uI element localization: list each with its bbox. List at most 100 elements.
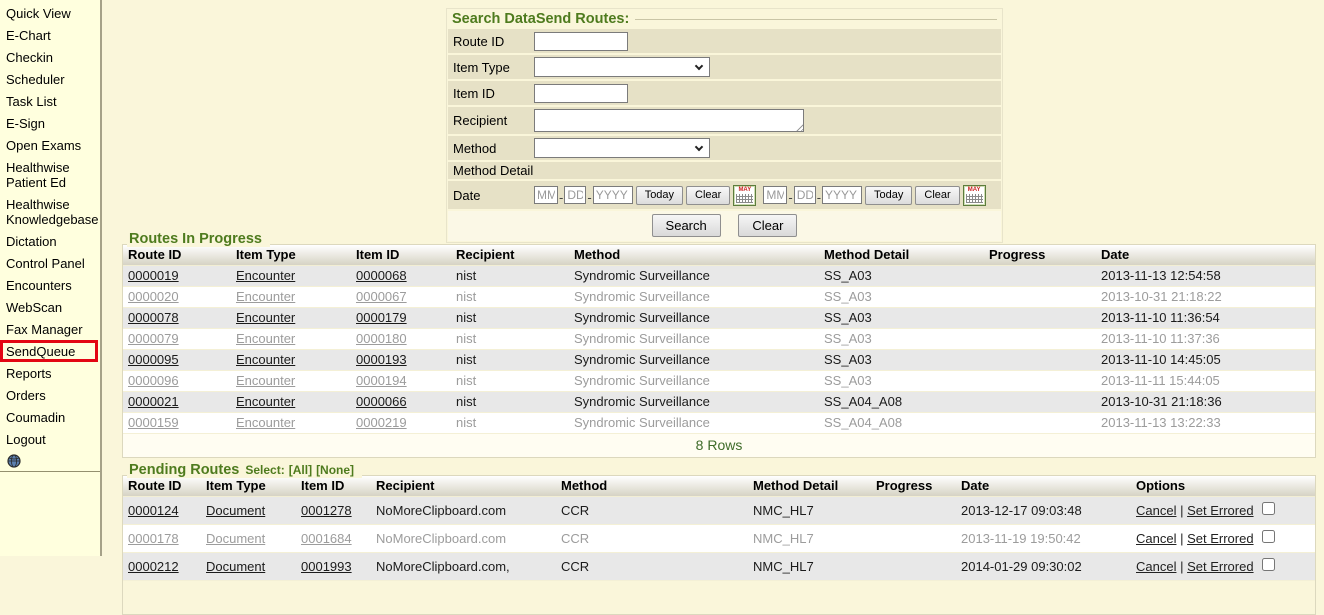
column-header-progress: Progress: [984, 245, 1096, 265]
route-id-link[interactable]: 0000019: [128, 268, 179, 283]
cell-route-id: 0000021: [123, 392, 231, 412]
date-from-clear-button[interactable]: Clear: [686, 186, 730, 205]
sidebar-item-fax-manager[interactable]: Fax Manager: [0, 318, 100, 340]
route-id-link[interactable]: 0000020: [128, 289, 179, 304]
sidebar-item-e-sign[interactable]: E-Sign: [0, 112, 100, 134]
calendar-icon[interactable]: MAY: [733, 185, 756, 206]
set-errored-link[interactable]: Set Errored: [1187, 503, 1253, 518]
cancel-link[interactable]: Cancel: [1136, 503, 1176, 518]
sidebar-item-scheduler[interactable]: Scheduler: [0, 68, 100, 90]
table-row: 0000096Encounter0000194nistSyndromic Sur…: [123, 371, 1315, 392]
sidebar-item-open-exams[interactable]: Open Exams: [0, 134, 100, 156]
method-select[interactable]: [534, 138, 710, 158]
set-errored-link[interactable]: Set Errored: [1187, 559, 1253, 574]
route-id-link[interactable]: 0000021: [128, 394, 179, 409]
route-id-link[interactable]: 0000079: [128, 331, 179, 346]
item-type-link[interactable]: Document: [206, 503, 265, 518]
date-to-group: - - Today Clear MAY: [763, 185, 985, 206]
recipient-input[interactable]: [534, 109, 804, 132]
sidebar-item-checkin[interactable]: Checkin: [0, 46, 100, 68]
cell-recipient: nist: [451, 287, 569, 307]
cell-date: 2013-11-10 11:37:36: [1096, 329, 1315, 349]
sidebar-item-coumadin[interactable]: Coumadin: [0, 406, 100, 428]
sidebar-item-logout[interactable]: Logout: [0, 428, 100, 450]
row-checkbox[interactable]: [1262, 558, 1275, 571]
item-type-link[interactable]: Encounter: [236, 310, 295, 325]
item-id-link[interactable]: 0000066: [356, 394, 407, 409]
table-row: 0000078Encounter0000179nistSyndromic Sur…: [123, 308, 1315, 329]
date-to-year-input[interactable]: [822, 186, 862, 204]
item-type-select[interactable]: [534, 57, 710, 77]
set-errored-link[interactable]: Set Errored: [1187, 531, 1253, 546]
item-id-link[interactable]: 0001684: [301, 531, 352, 546]
route-id-input[interactable]: [534, 32, 628, 51]
route-id-link[interactable]: 0000096: [128, 373, 179, 388]
route-id-link[interactable]: 0000078: [128, 310, 179, 325]
item-type-link[interactable]: Encounter: [236, 268, 295, 283]
date-from-today-button[interactable]: Today: [636, 186, 683, 205]
date-from-year-input[interactable]: [593, 186, 633, 204]
chevron-down-icon: [695, 142, 703, 150]
item-id-link[interactable]: 0000180: [356, 331, 407, 346]
date-to-today-button[interactable]: Today: [865, 186, 912, 205]
item-id-link[interactable]: 0000193: [356, 352, 407, 367]
route-id-link[interactable]: 0000159: [128, 415, 179, 430]
row-checkbox[interactable]: [1262, 530, 1275, 543]
calendar-icon[interactable]: MAY: [963, 185, 986, 206]
sidebar-item-reports[interactable]: Reports: [0, 362, 100, 384]
sidebar-item-dictation[interactable]: Dictation: [0, 230, 100, 252]
cancel-link[interactable]: Cancel: [1136, 531, 1176, 546]
date-separator: -: [788, 190, 792, 205]
route-id-link[interactable]: 0000178: [128, 531, 179, 546]
item-type-link[interactable]: Encounter: [236, 352, 295, 367]
select-all-link[interactable]: [All]: [289, 463, 312, 477]
item-type-link[interactable]: Document: [206, 559, 265, 574]
cell-item-type: Encounter: [231, 266, 351, 286]
route-id-link[interactable]: 0000124: [128, 503, 179, 518]
table-row: 0000095Encounter0000193nistSyndromic Sur…: [123, 350, 1315, 371]
item-type-link[interactable]: Document: [206, 531, 265, 546]
item-id-input[interactable]: [534, 84, 628, 103]
date-from-day-input[interactable]: [564, 186, 586, 204]
date-to-day-input[interactable]: [794, 186, 816, 204]
sidebar-item-orders[interactable]: Orders: [0, 384, 100, 406]
sidebar-item-sendqueue[interactable]: SendQueue: [0, 340, 98, 362]
select-none-link[interactable]: [None]: [316, 463, 354, 477]
route-id-row: Route ID: [448, 29, 1001, 53]
sidebar-item-e-chart[interactable]: E-Chart: [0, 24, 100, 46]
calendar-grid: [736, 194, 753, 203]
item-type-link[interactable]: Encounter: [236, 394, 295, 409]
sidebar-item-task-list[interactable]: Task List: [0, 90, 100, 112]
item-id-link[interactable]: 0000067: [356, 289, 407, 304]
sidebar-item-healthwise-knowledgebase[interactable]: Healthwise Knowledgebase: [0, 193, 100, 230]
calendar-month-text: MAY: [735, 187, 754, 193]
sidebar-item-webscan[interactable]: WebScan: [0, 296, 100, 318]
date-from-month-input[interactable]: [534, 186, 558, 204]
route-id-link[interactable]: 0000095: [128, 352, 179, 367]
date-to-clear-button[interactable]: Clear: [915, 186, 959, 205]
search-button[interactable]: Search: [652, 214, 721, 237]
route-id-link[interactable]: 0000212: [128, 559, 179, 574]
column-header-method: Method: [569, 245, 819, 265]
item-id-row: Item ID: [448, 81, 1001, 105]
item-id-link[interactable]: 0001993: [301, 559, 352, 574]
item-type-link[interactable]: Encounter: [236, 289, 295, 304]
sidebar-item-healthwise-patient-ed[interactable]: Healthwise Patient Ed: [0, 156, 100, 193]
item-id-link[interactable]: 0000068: [356, 268, 407, 283]
cancel-link[interactable]: Cancel: [1136, 559, 1176, 574]
item-id-link[interactable]: 0000179: [356, 310, 407, 325]
sidebar-item-quick-view[interactable]: Quick View: [0, 2, 100, 24]
globe-icon[interactable]: [7, 454, 21, 468]
sidebar-item-encounters[interactable]: Encounters: [0, 274, 100, 296]
item-id-link[interactable]: 0000194: [356, 373, 407, 388]
item-type-link[interactable]: Encounter: [236, 373, 295, 388]
date-to-month-input[interactable]: [763, 186, 787, 204]
item-type-link[interactable]: Encounter: [236, 331, 295, 346]
table-header-row: Route IDItem TypeItem IDRecipientMethodM…: [123, 476, 1315, 497]
sidebar-item-control-panel[interactable]: Control Panel: [0, 252, 100, 274]
item-id-link[interactable]: 0000219: [356, 415, 407, 430]
item-id-link[interactable]: 0001278: [301, 503, 352, 518]
row-checkbox[interactable]: [1262, 502, 1275, 515]
item-type-link[interactable]: Encounter: [236, 415, 295, 430]
clear-button[interactable]: Clear: [738, 214, 797, 237]
